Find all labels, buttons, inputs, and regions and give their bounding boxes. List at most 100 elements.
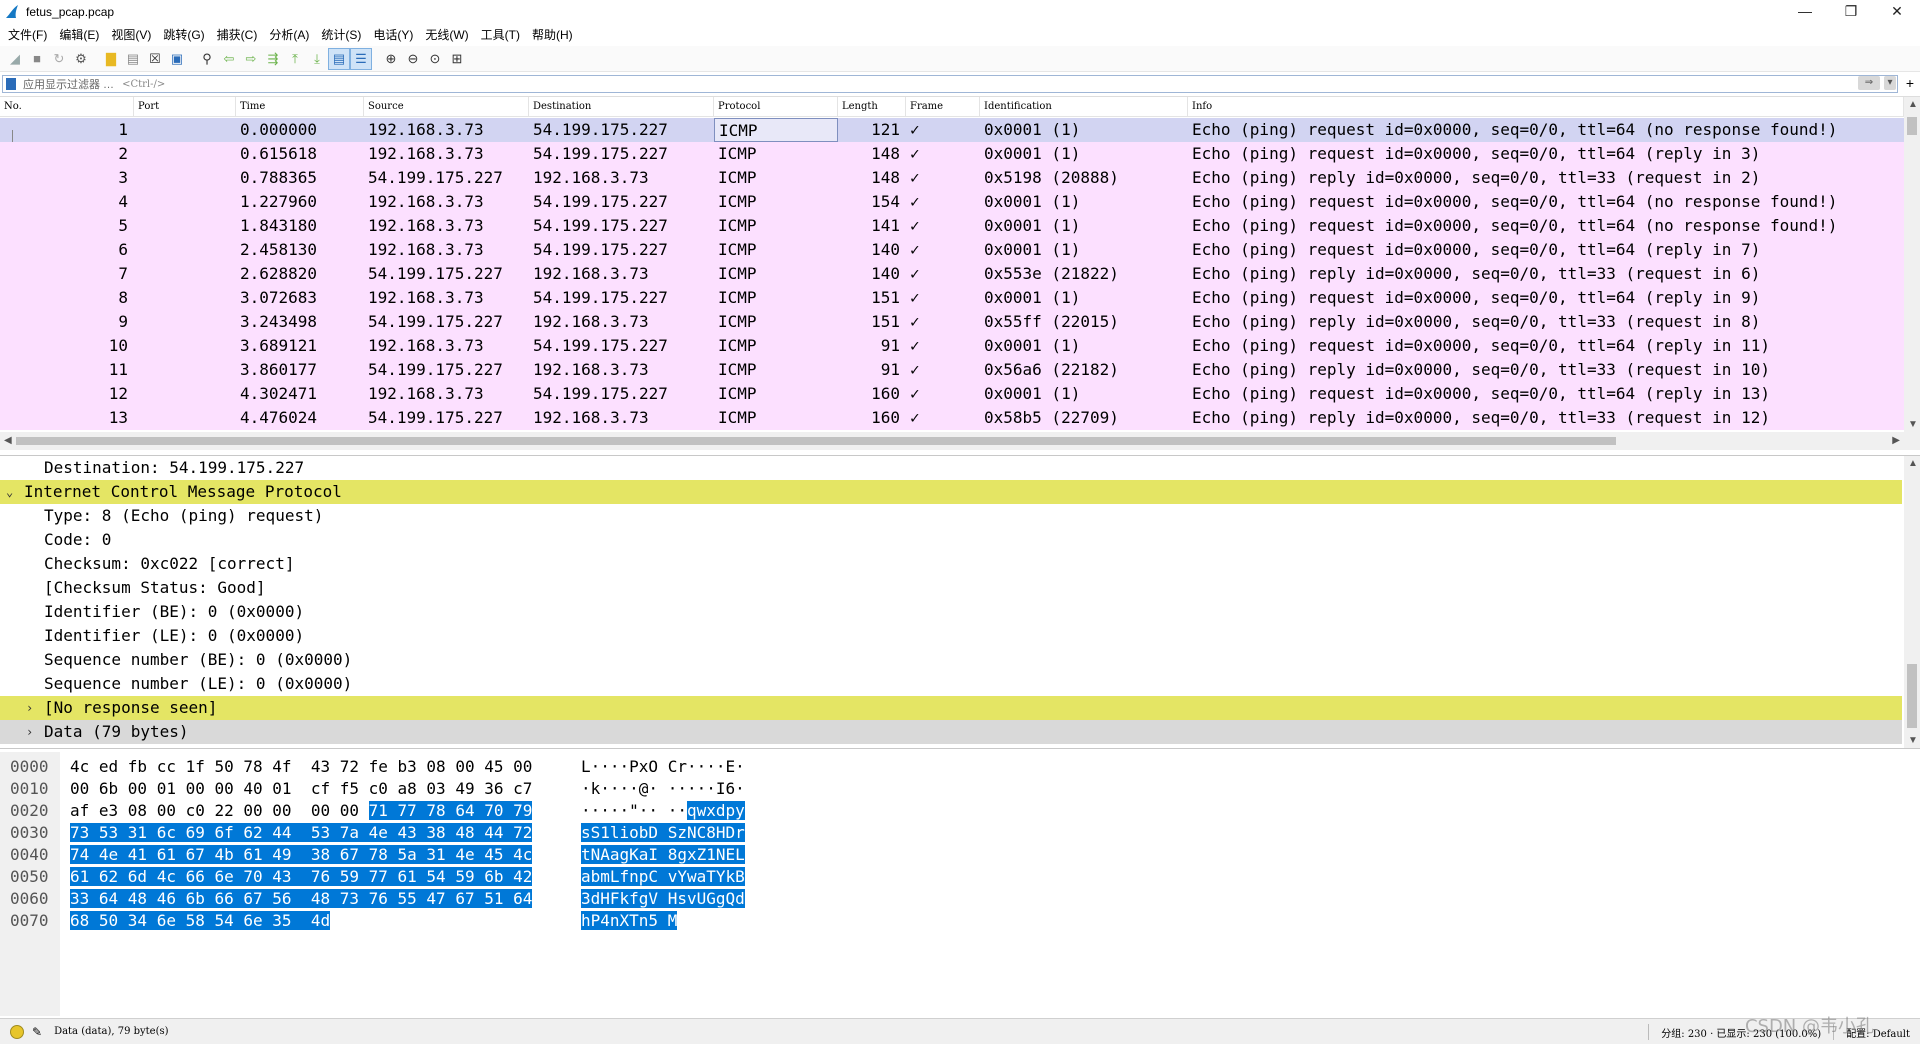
menu-help[interactable]: 帮助(H) [528,24,581,46]
column-header-no[interactable]: No. [0,97,134,116]
bookmark-icon[interactable] [6,78,16,90]
hex-bytes[interactable]: 00 6b 00 01 00 00 40 01 cf f5 c0 a8 03 4… [70,778,532,800]
stop-capture-icon[interactable]: ■ [26,48,48,70]
go-last-icon[interactable]: ⤓ [306,48,328,70]
hex-bytes[interactable]: 73 53 31 6c 69 6f 62 44 53 7a 4e 43 38 4… [70,822,533,844]
detail-row[interactable]: Sequence number (BE): 0 (0x0000) [0,648,1902,672]
open-file-icon[interactable]: ▇ [100,48,122,70]
packet-list-hscrollbar[interactable]: ◀ ▶ [0,432,1904,450]
find-packet-icon[interactable]: ⚲ [196,48,218,70]
restore-button[interactable]: ❐ [1828,0,1874,22]
go-first-icon[interactable]: ⤒ [284,48,306,70]
colorize-icon[interactable]: ☰ [350,47,372,70]
scroll-up-icon[interactable]: ▲ [1908,458,1918,469]
expand-chevron-icon[interactable]: › [26,696,33,720]
packet-row[interactable]: 9 3.243498 54.199.175.227 192.168.3.73 ICMP 1… [0,310,1904,334]
column-header-source[interactable]: Source [364,97,529,116]
menu-tools[interactable]: 工具(T) [477,24,528,46]
column-header-time[interactable]: Time [236,97,364,116]
hex-ascii[interactable]: tNAagKaI 8gxZ1NEL [581,844,745,866]
packet-row[interactable]: 12 4.302471 192.168.3.73 54.199.175.227 ICMP… [0,382,1904,406]
collapse-chevron-icon[interactable]: ⌄ [6,480,13,504]
add-filter-button[interactable]: + [1906,75,1914,91]
packet-row[interactable]: 10 3.689121 192.168.3.73 54.199.175.227 ICMP… [0,334,1904,358]
packet-row[interactable]: 5 1.843180 192.168.3.73 54.199.175.227 ICMP 1… [0,214,1904,238]
packet-row[interactable]: 11 3.860177 54.199.175.227 192.168.3.73 ICMP… [0,358,1904,382]
detail-row[interactable]: › [No response seen] [0,696,1902,720]
scroll-left-icon[interactable]: ◀ [4,435,12,446]
packet-list-vscrollbar[interactable]: ▲ ▼ [1904,97,1920,450]
restart-capture-icon[interactable]: ↻ [48,48,70,70]
scroll-thumb[interactable] [1907,664,1917,728]
column-header-identification[interactable]: Identification [980,97,1188,116]
menu-statistics[interactable]: 统计(S) [317,24,369,46]
reload-file-icon[interactable]: ▣ [166,48,188,70]
detail-row[interactable]: ⌄ Internet Control Message Protocol [0,480,1902,504]
filter-dropdown-icon[interactable]: ▾ [1884,76,1896,90]
menu-analyze[interactable]: 分析(A) [265,24,317,46]
hex-ascii[interactable]: 3dHFkfgV HsvUGgQd [581,888,745,910]
scroll-right-icon[interactable]: ▶ [1892,435,1900,446]
detail-row[interactable]: Code: 0 [0,528,1902,552]
edit-comment-icon[interactable]: ✎ [32,1025,42,1039]
zoom-out-icon[interactable]: ⊖ [402,48,424,70]
hex-ascii[interactable]: abmLfnpC vYwaTYkB [581,866,745,888]
expand-chevron-icon[interactable]: › [26,720,33,744]
column-header-frame[interactable]: Frame [906,97,980,116]
scroll-thumb[interactable] [16,437,1616,445]
display-filter-input[interactable]: 应用显示过滤器 … <Ctrl-/> [2,75,1898,93]
packet-row[interactable]: 7 2.628820 54.199.175.227 192.168.3.73 ICMP 1… [0,262,1904,286]
expert-info-icon[interactable] [10,1024,24,1039]
autoscroll-icon[interactable]: ▤ [328,47,350,70]
packet-row[interactable]: 3 0.788365 54.199.175.227 192.168.3.73 ICMP 1… [0,166,1904,190]
hex-ascii[interactable]: sS1liobD SzNC8HDr [581,822,745,844]
zoom-normal-icon[interactable]: ⊙ [424,48,446,70]
detail-row[interactable]: › Data (79 bytes) [0,720,1902,744]
close-file-icon[interactable]: ☒ [144,48,166,70]
menu-wireless[interactable]: 无线(W) [421,24,476,46]
hex-bytes[interactable]: 61 62 6d 4c 66 6e 70 43 76 59 77 61 54 5… [70,866,533,888]
column-header-protocol[interactable]: Protocol [714,97,838,116]
detail-row[interactable]: Identifier (LE): 0 (0x0000) [0,624,1902,648]
go-forward-icon[interactable]: ⇨ [240,48,262,70]
resize-columns-icon[interactable]: ⊞ [446,48,468,70]
zoom-in-icon[interactable]: ⊕ [380,48,402,70]
detail-row[interactable]: Identifier (BE): 0 (0x0000) [0,600,1902,624]
save-file-icon[interactable]: ▤ [122,48,144,70]
details-vscrollbar[interactable]: ▲ ▼ [1904,456,1920,748]
scroll-down-icon[interactable]: ▼ [1908,735,1918,746]
detail-row[interactable]: Type: 8 (Echo (ping) request) [0,504,1902,528]
go-back-icon[interactable]: ⇦ [218,48,240,70]
column-header-port[interactable]: Port [134,97,236,116]
packet-row[interactable]: 4 1.227960 192.168.3.73 54.199.175.227 ICMP 1… [0,190,1904,214]
go-to-packet-icon[interactable]: ⇶ [262,48,284,70]
packet-row[interactable]: 8 3.072683 192.168.3.73 54.199.175.227 ICMP 1… [0,286,1904,310]
detail-row[interactable]: Checksum: 0xc022 [correct] [0,552,1902,576]
hex-ascii[interactable]: hP4nXTn5 M [581,910,678,932]
apply-filter-icon[interactable]: ⇒ [1858,76,1880,90]
menu-view[interactable]: 视图(V) [107,24,159,46]
packet-row[interactable]: 2 0.615618 192.168.3.73 54.199.175.227 ICMP 1… [0,142,1904,166]
packet-row[interactable]: 13 4.476024 54.199.175.227 192.168.3.73 ICMP… [0,406,1904,430]
menu-capture[interactable]: 捕获(C) [213,24,266,46]
scroll-thumb[interactable] [1907,117,1917,135]
menu-file[interactable]: 文件(F) [4,24,55,46]
close-button[interactable]: ✕ [1874,0,1920,22]
detail-row[interactable]: [Checksum Status: Good] [0,576,1902,600]
packet-row[interactable]: 1 0.000000 192.168.3.73 54.199.175.227 ICMP 1… [0,118,1904,154]
menu-edit[interactable]: 编辑(E) [55,24,107,46]
start-capture-icon[interactable]: ◢ [4,48,26,70]
hex-ascii[interactable]: ·····"·· ··qwxdpy [581,800,745,822]
hex-bytes[interactable]: 74 4e 41 61 67 4b 61 49 38 67 78 5a 31 4… [70,844,533,866]
hex-bytes[interactable]: 33 64 48 46 6b 66 67 56 48 73 76 55 47 6… [70,888,533,910]
packet-row[interactable]: 6 2.458130 192.168.3.73 54.199.175.227 ICMP 1… [0,238,1904,262]
scroll-up-icon[interactable]: ▲ [1908,99,1918,110]
column-header-info[interactable]: Info [1188,97,1904,116]
scroll-down-icon[interactable]: ▼ [1908,419,1918,430]
hex-bytes[interactable]: af e3 08 00 c0 22 00 00 00 00 71 77 78 6… [70,800,533,822]
detail-row[interactable]: Sequence number (LE): 0 (0x0000) [0,672,1902,696]
capture-options-icon[interactable]: ⚙ [70,48,92,70]
detail-row[interactable]: Destination: 54.199.175.227 [0,456,1902,480]
menu-go[interactable]: 跳转(G) [159,24,212,46]
menu-telephony[interactable]: 电话(Y) [369,24,421,46]
